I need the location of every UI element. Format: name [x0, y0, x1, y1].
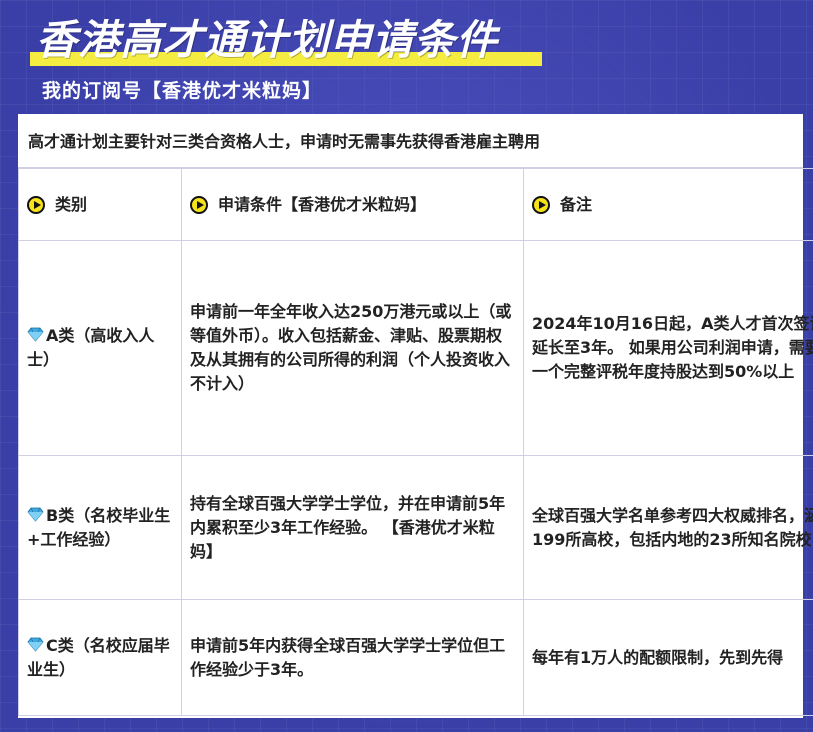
condition-cell: 持有全球百强大学学士学位，并在申请前5年内累积至少3年工作经验。 【香港优才米粒… — [181, 455, 524, 600]
category-label: C类（名校应届毕业生） — [27, 635, 170, 679]
category-cell: C类（名校应届毕业生） — [18, 599, 182, 716]
category-cell: B类（名校毕业生+工作经验） — [18, 455, 182, 600]
header-remark-label: 备注 — [560, 194, 593, 214]
play-circle-icon — [532, 195, 550, 214]
header-condition: 申请条件【香港优才米粒妈】 — [181, 168, 524, 241]
intro-text: 高才通计划主要针对三类合资格人士，申请时无需事先获得香港雇主聘用 — [18, 114, 803, 168]
table-row: C类（名校应届毕业生） 申请前5年内获得全球百强大学学士学位但工作经验少于3年。… — [18, 599, 813, 716]
header-category-label: 类别 — [55, 194, 88, 214]
condition-cell: 申请前5年内获得全球百强大学学士学位但工作经验少于3年。 — [181, 599, 524, 716]
diamond-icon — [27, 637, 44, 652]
remark-cell: 每年有1万人的配额限制，先到先得 — [523, 599, 813, 716]
title-block: 香港高才通计划申请条件 — [30, 6, 542, 72]
content-panel: 高才通计划主要针对三类合资格人士，申请时无需事先获得香港雇主聘用 类别 申请条件… — [18, 114, 813, 718]
diamond-icon — [27, 327, 44, 342]
play-circle-icon — [190, 195, 208, 214]
category-cell: A类（高收入人士） — [18, 240, 182, 456]
conditions-table: 类别 申请条件【香港优才米粒妈】 备注 A类（高收入人士） 申请前一年全年收入达… — [18, 168, 813, 716]
table-header-row: 类别 申请条件【香港优才米粒妈】 备注 — [18, 168, 813, 241]
remark-cell: 全球百强大学名单参考四大权威排名，涵盖199所高校，包括内地的23所知名院校 — [523, 455, 813, 600]
table-row: A类（高收入人士） 申请前一年全年收入达250万港元或以上（或等值外币）。收入包… — [18, 240, 813, 456]
play-circle-icon — [27, 195, 45, 214]
header-condition-label: 申请条件【香港优才米粒妈】 — [218, 194, 427, 214]
table-row: B类（名校毕业生+工作经验） 持有全球百强大学学士学位，并在申请前5年内累积至少… — [18, 455, 813, 600]
remark-cell: 2024年10月16日起，A类人才首次签证期延长至3年。 如果用公司利润申请，需… — [523, 240, 813, 456]
header-remark: 备注 — [523, 168, 813, 241]
condition-cell: 申请前一年全年收入达250万港元或以上（或等值外币）。收入包括薪金、津贴、股票期… — [181, 240, 524, 456]
category-label: A类（高收入人士） — [27, 326, 155, 369]
page-title: 香港高才通计划申请条件 — [36, 16, 498, 64]
subscription-label: 我的订阅号【香港优才米粒妈】 — [42, 80, 323, 102]
header-category: 类别 — [18, 168, 182, 241]
category-label: B类（名校毕业生+工作经验） — [27, 505, 171, 549]
diamond-icon — [27, 507, 44, 522]
